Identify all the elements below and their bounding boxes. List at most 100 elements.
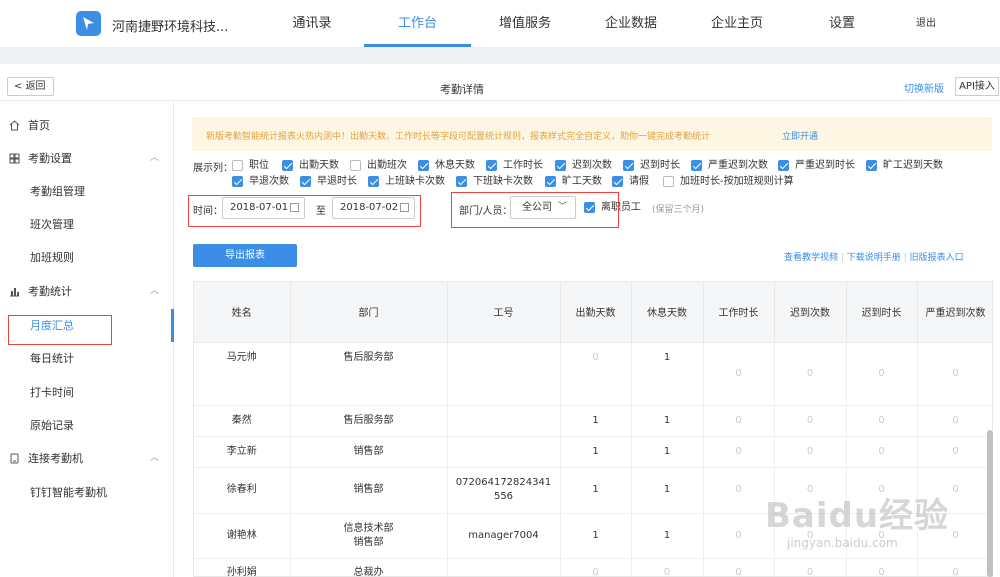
sidebar-item-overtime-rule[interactable]: 加班规则 (0, 241, 174, 274)
columns-label: 展示列： (193, 163, 233, 174)
cell-name-text: 徐春利 (226, 484, 257, 495)
highlight-box (8, 315, 112, 345)
cell-value-text: 0 (952, 367, 959, 379)
table-row[interactable]: 秦然 售后服务部 1 1 0 0 0 0 (194, 405, 992, 437)
company-logo-icon[interactable] (76, 11, 101, 36)
sidebar-label: 连接考勤机 (28, 452, 83, 465)
cell-value-text: 0 (806, 367, 814, 379)
checkbox-box (350, 160, 361, 171)
column-header[interactable]: 工号 (447, 282, 561, 343)
cell-value: 0 (560, 342, 632, 406)
sidebar-item-shift-manage[interactable]: 班次管理 (0, 208, 174, 241)
checkbox-box (623, 160, 634, 171)
cell-value-text: 0 (735, 567, 742, 577)
cell-value: 0 (917, 405, 992, 437)
sidebar-label: 每日统计 (30, 352, 74, 365)
cell-name: 秦然 (194, 405, 291, 437)
cell-value-text: 0 (952, 445, 959, 457)
nav-enterprise-home[interactable]: 企业主页 (706, 0, 768, 47)
sidebar-item-home[interactable]: 首页 (0, 109, 174, 142)
cell-name-text: 马元帅 (226, 351, 257, 363)
banner-activate-link[interactable]: 立即开通 (782, 129, 818, 142)
cell-employee-id: manager7004 (447, 513, 561, 559)
page-title: 考勤详情 (440, 83, 484, 96)
sidebar-item-group-manage[interactable]: 考勤组管理 (0, 175, 174, 208)
sidebar-item-attendance-settings[interactable]: 考勤设置 ︿ (0, 142, 174, 175)
cell-dept-text: 销售部 (353, 445, 384, 457)
checkbox-box (282, 160, 293, 171)
cell-value-text: 1 (663, 529, 671, 541)
sidebar-item-daily-stats[interactable]: 每日统计 (0, 342, 174, 375)
checkbox-box (612, 176, 623, 187)
old-report-link[interactable]: 旧版报表入口 (910, 253, 964, 263)
nav-value-added[interactable]: 增值服务 (494, 0, 556, 47)
sidebar-item-connect-machine[interactable]: 连接考勤机 ︿ (0, 442, 174, 475)
nav-workbench[interactable]: 工作台 (364, 0, 471, 47)
grid-icon (9, 153, 20, 164)
checkbox-label: 严重迟到次数 (708, 160, 768, 171)
column-header[interactable]: 迟到时长 (846, 282, 918, 343)
cell-value: 0 (703, 436, 775, 468)
sub-header: < 返回 考勤详情 切换新版 API接入 (0, 74, 1000, 101)
cell-name: 李立新 (194, 436, 291, 468)
sidebar-label: 考勤设置 (28, 152, 72, 165)
column-header[interactable]: 休息天数 (631, 282, 704, 343)
column-header[interactable]: 严重迟到次数 (917, 282, 992, 343)
cell-value: 1 (560, 467, 632, 514)
cell-value: 0 (774, 342, 847, 406)
back-label: 返回 (25, 81, 46, 92)
cell-value-text: 0 (878, 367, 885, 379)
tutorial-video-link[interactable]: 查看教学视频 (784, 253, 838, 263)
cell-value: 1 (631, 467, 704, 514)
cell-value-text: 0 (806, 414, 814, 426)
cell-value: 1 (560, 436, 632, 468)
nav-settings[interactable]: 设置 (822, 0, 862, 47)
cell-value-text: 0 (592, 351, 599, 363)
cell-value-text: 0 (663, 567, 671, 577)
sidebar-item-raw-records[interactable]: 原始记录 (0, 409, 174, 442)
sidebar-label: 加班规则 (30, 251, 74, 264)
sidebar-active-indicator (171, 309, 174, 342)
vertical-scrollbar[interactable] (987, 430, 993, 577)
column-header[interactable]: 迟到次数 (774, 282, 847, 343)
cell-value: 0 (703, 558, 775, 577)
sidebar-item-dingtalk-machine[interactable]: 钉钉智能考勤机 (0, 476, 174, 509)
api-access-button[interactable]: API接入 (955, 77, 999, 96)
top-nav: 河南捷野环境科技... 通讯录 工作台 增值服务 企业数据 企业主页 设置 退出 (0, 0, 1000, 47)
sidebar-label: 考勤组管理 (30, 185, 85, 198)
cell-dept: 售后服务部 (290, 405, 448, 437)
column-header[interactable]: 姓名 (194, 282, 291, 343)
cell-value-text: 0 (806, 567, 814, 577)
table-row[interactable]: 李立新 销售部 1 1 0 0 0 0 (194, 436, 992, 468)
column-header[interactable]: 部门 (290, 282, 448, 343)
watermark-logo: Baidu经验 (765, 496, 950, 536)
cell-value-text: 1 (592, 529, 599, 541)
cell-value-text: 0 (592, 567, 599, 577)
sidebar-label: 钉钉智能考勤机 (30, 486, 107, 499)
highlight-box (451, 192, 619, 228)
cell-dept-text: 售后服务部 (343, 414, 394, 426)
cell-value: 1 (631, 513, 704, 559)
nav-contacts[interactable]: 通讯录 (284, 0, 340, 47)
switch-new-version-link[interactable]: 切换新版 (904, 80, 944, 95)
sidebar-item-attendance-stats[interactable]: 考勤统计 ︿ (0, 275, 174, 308)
table-row[interactable]: 孙利娟 总裁办 0 0 0 0 0 0 (194, 558, 992, 577)
checkbox-label: 迟到次数 (572, 160, 612, 171)
sidebar-label: 考勤统计 (28, 285, 72, 298)
export-report-button[interactable]: 导出报表 (193, 244, 297, 267)
nav-logout[interactable]: 退出 (910, 0, 942, 47)
checkbox-label: 出勤天数 (299, 160, 339, 171)
cell-value-text: 1 (663, 414, 671, 426)
checkbox-label: 工作时长 (503, 160, 543, 171)
sidebar-item-punch-time[interactable]: 打卡时间 (0, 376, 174, 409)
column-header[interactable]: 出勤天数 (560, 282, 632, 343)
download-manual-link[interactable]: 下载说明手册 (847, 253, 901, 263)
nav-enterprise-data[interactable]: 企业数据 (600, 0, 662, 47)
cell-value: 0 (774, 405, 847, 437)
column-header[interactable]: 工作时长 (703, 282, 775, 343)
company-name[interactable]: 河南捷野环境科技... (112, 16, 228, 35)
back-button[interactable]: < 返回 (7, 77, 54, 96)
table-row[interactable]: 马元帅 售后服务部 0 1 0 0 0 0 (194, 342, 992, 406)
cell-dept: 信息技术部 销售部 (290, 513, 448, 559)
chevron-up-icon: ︿ (150, 286, 160, 296)
